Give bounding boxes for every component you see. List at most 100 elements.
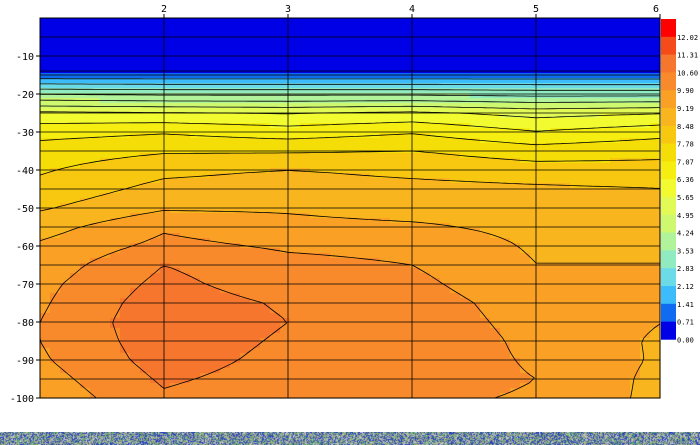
field-cell: [620, 143, 631, 149]
field-cell: [220, 138, 231, 144]
field-cell: [410, 103, 421, 109]
field-cell: [410, 258, 421, 264]
field-cell: [90, 278, 101, 284]
field-cell: [240, 263, 251, 269]
field-cell: [80, 268, 91, 274]
field-cell: [570, 63, 581, 69]
field-cell: [90, 233, 101, 239]
field-cell: [500, 303, 511, 309]
field-cell: [420, 323, 431, 329]
field-cell: [530, 123, 541, 129]
field-cell: [60, 253, 71, 259]
field-cell: [580, 18, 591, 24]
field-cell: [640, 198, 651, 204]
field-cell: [120, 328, 131, 334]
field-cell: [170, 303, 181, 309]
field-cell: [120, 373, 131, 379]
field-cell: [250, 308, 261, 314]
field-cell: [560, 128, 571, 134]
field-cell: [40, 133, 51, 139]
field-cell: [530, 343, 541, 349]
field-cell: [600, 248, 611, 254]
field-cell: [120, 113, 131, 119]
field-cell: [340, 273, 351, 279]
field-cell: [300, 263, 311, 269]
field-cell: [520, 193, 531, 199]
field-cell: [590, 373, 601, 379]
field-cell: [70, 273, 81, 279]
field-cell: [420, 368, 431, 374]
field-cell: [190, 288, 201, 294]
field-cell: [540, 28, 551, 34]
field-cell: [130, 48, 141, 54]
field-cell: [320, 38, 331, 44]
field-cell: [50, 48, 61, 54]
field-cell: [520, 153, 531, 159]
field-cell: [160, 213, 171, 219]
field-cell: [40, 278, 51, 284]
field-cell: [430, 183, 441, 189]
field-cell: [170, 43, 181, 49]
field-cell: [230, 233, 241, 239]
field-cell: [100, 88, 111, 94]
field-cell: [620, 213, 631, 219]
field-cell: [130, 238, 141, 244]
field-cell: [120, 228, 131, 234]
field-cell: [310, 333, 321, 339]
field-cell: [60, 313, 71, 319]
field-cell: [220, 58, 231, 64]
field-cell: [380, 48, 391, 54]
field-cell: [310, 373, 321, 379]
field-cell: [510, 248, 521, 254]
field-cell: [630, 98, 641, 104]
field-cell: [90, 178, 101, 184]
field-cell: [360, 223, 371, 229]
field-cell: [580, 343, 591, 349]
field-cell: [510, 318, 521, 324]
field-cell: [110, 268, 121, 274]
field-cell: [390, 28, 401, 34]
field-cell: [90, 38, 101, 44]
field-cell: [480, 38, 491, 44]
field-cell: [570, 218, 581, 224]
field-cell: [130, 368, 141, 374]
field-cell: [290, 58, 301, 64]
field-cell: [180, 308, 191, 314]
field-cell: [270, 368, 281, 374]
field-cell: [580, 288, 591, 294]
field-cell: [460, 173, 471, 179]
field-cell: [290, 73, 301, 79]
field-cell: [580, 273, 591, 279]
field-cell: [350, 318, 361, 324]
field-cell: [200, 228, 211, 234]
field-cell: [510, 253, 521, 259]
field-cell: [410, 343, 421, 349]
field-cell: [70, 153, 81, 159]
field-cell: [60, 58, 71, 64]
field-cell: [190, 318, 201, 324]
field-cell: [560, 113, 571, 119]
field-cell: [340, 318, 351, 324]
field-cell: [630, 173, 641, 179]
field-cell: [470, 328, 481, 334]
field-cell: [420, 73, 431, 79]
field-cell: [400, 333, 411, 339]
field-cell: [310, 268, 321, 274]
field-cell: [190, 88, 201, 94]
field-cell: [600, 373, 611, 379]
field-cell: [420, 123, 431, 129]
field-cell: [480, 58, 491, 64]
field-cell: [550, 253, 561, 259]
field-cell: [440, 113, 451, 119]
field-cell: [480, 303, 491, 309]
field-cell: [160, 28, 171, 34]
field-cell: [430, 268, 441, 274]
field-cell: [380, 308, 391, 314]
field-cell: [450, 38, 461, 44]
field-cell: [450, 348, 461, 354]
field-cell: [530, 38, 541, 44]
field-cell: [240, 83, 251, 89]
field-cell: [270, 383, 281, 389]
field-cell: [470, 323, 481, 329]
field-cell: [70, 23, 81, 29]
